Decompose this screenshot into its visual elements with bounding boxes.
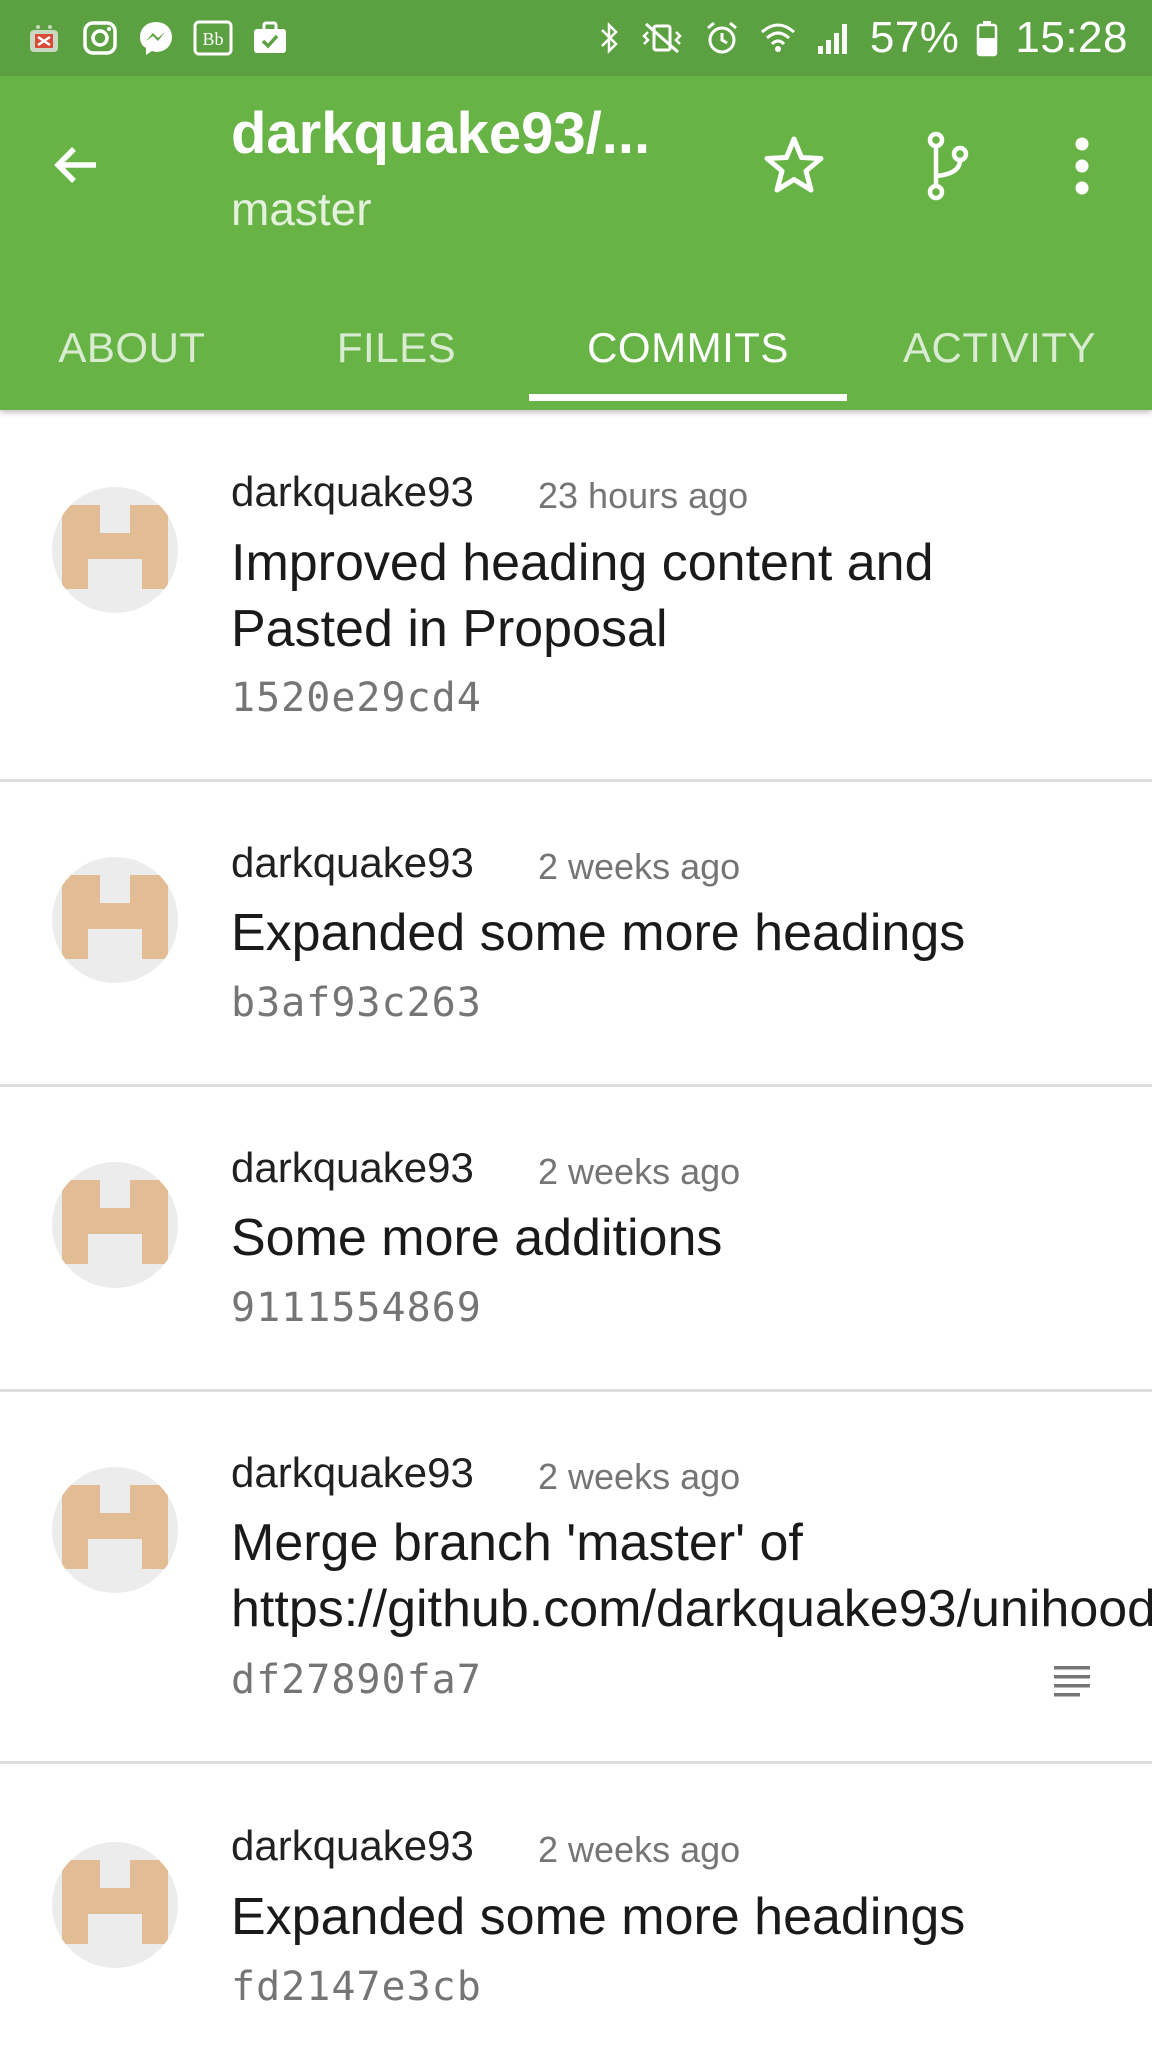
back-button[interactable] <box>44 133 108 197</box>
app-bar: darkquake93/... master ABOUT FILES COMMI… <box>0 76 1152 410</box>
commit-message: Merge branch 'master' of https://github.… <box>231 1514 1152 1638</box>
avatar <box>52 1162 178 1288</box>
android-debug-icon <box>24 18 64 58</box>
commit-message: Improved heading content and Pasted in P… <box>231 534 934 658</box>
vibrate-icon <box>638 18 686 58</box>
commit-item[interactable]: darkquake93 23 hours ago Improved headin… <box>0 410 1152 782</box>
description-icon <box>1054 1666 1090 1697</box>
commit-sha: b3af93c263 <box>231 980 482 1026</box>
commit-sha: df27890fa7 <box>231 1657 482 1703</box>
messenger-icon <box>136 18 176 58</box>
arrow-back-icon <box>54 147 96 183</box>
commit-time: 2 weeks ago <box>538 846 741 887</box>
commit-time: 2 weeks ago <box>538 1456 741 1497</box>
wifi-icon <box>758 18 798 58</box>
alarm-icon <box>702 18 742 58</box>
tab-activity[interactable]: ACTIVITY <box>847 286 1152 410</box>
tab-files[interactable]: FILES <box>264 286 529 410</box>
repo-title: darkquake93/... <box>231 101 651 166</box>
more-vert-icon <box>1075 137 1089 195</box>
commit-author: darkquake93 <box>231 839 474 886</box>
commit-time: 2 weeks ago <box>538 1151 741 1192</box>
branch-name[interactable]: master <box>231 182 372 236</box>
signal-icon <box>814 18 854 58</box>
clock: 15:28 <box>1015 13 1128 62</box>
avatar <box>52 487 178 613</box>
star-icon <box>764 136 824 193</box>
blackboard-icon: Bb <box>192 18 234 58</box>
commit-message: Some more additions <box>231 1209 723 1267</box>
avatar <box>52 1842 178 1968</box>
star-button[interactable] <box>754 126 834 206</box>
battery-icon <box>975 18 999 58</box>
tab-commits[interactable]: COMMITS <box>529 286 847 410</box>
commit-time: 2 weeks ago <box>538 1829 741 1870</box>
more-options-button[interactable] <box>1042 126 1122 206</box>
commit-sha: 9111554869 <box>231 1285 482 1331</box>
fork-icon <box>927 131 969 201</box>
tab-bar: ABOUT FILES COMMITS ACTIVITY <box>0 286 1152 410</box>
tab-indicator <box>529 394 847 401</box>
commit-message: Expanded some more headings <box>231 1888 966 1946</box>
commit-sha: fd2147e3cb <box>231 1964 482 2010</box>
tab-about[interactable]: ABOUT <box>0 286 264 410</box>
instagram-icon <box>80 18 120 58</box>
svg-text:Bb: Bb <box>202 29 223 49</box>
commit-time: 23 hours ago <box>538 475 749 516</box>
commit-list: darkquake93 23 hours ago Improved headin… <box>0 410 1152 2069</box>
status-bar: Bb 57% 15:28 <box>0 0 1152 76</box>
avatar <box>52 1467 178 1593</box>
avatar <box>52 857 178 983</box>
commit-item[interactable]: darkquake93 2 weeks ago Some more additi… <box>0 1087 1152 1392</box>
fork-button[interactable] <box>907 126 987 206</box>
commit-sha: 1520e29cd4 <box>231 675 482 721</box>
commit-author: darkquake93 <box>231 1144 474 1191</box>
commit-author: darkquake93 <box>231 1822 474 1869</box>
system-icons: 57% 15:28 <box>596 13 1128 63</box>
commit-item[interactable]: darkquake93 2 weeks ago Merge branch 'ma… <box>0 1392 1152 1764</box>
briefcase-icon <box>250 18 290 58</box>
notification-icons: Bb <box>24 18 290 58</box>
battery-percent: 57% <box>869 13 960 62</box>
commit-message: Expanded some more headings <box>231 904 966 962</box>
commit-item[interactable]: darkquake93 2 weeks ago Expanded some mo… <box>0 782 1152 1087</box>
commit-author: darkquake93 <box>231 468 474 515</box>
commit-item[interactable]: darkquake93 2 weeks ago Expanded some mo… <box>0 1764 1152 2069</box>
bluetooth-icon <box>596 18 622 58</box>
commit-author: darkquake93 <box>231 1449 474 1496</box>
